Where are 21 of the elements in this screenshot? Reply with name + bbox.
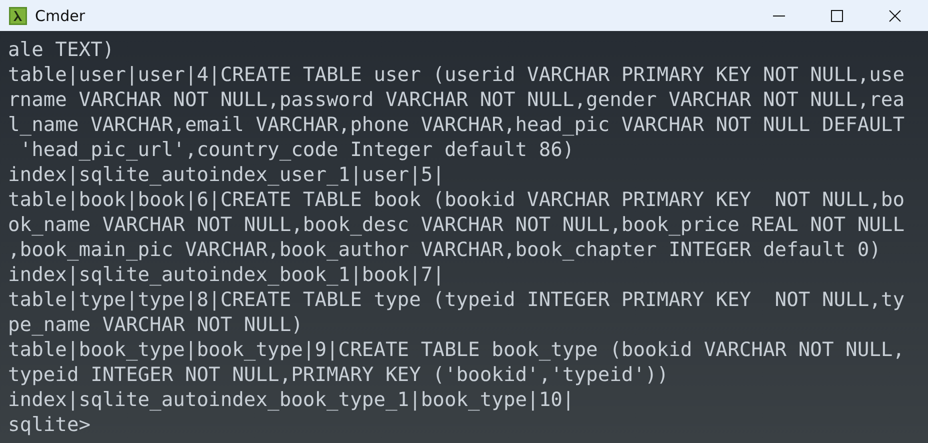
console-line: table|book|book|6|CREATE TABLE book (bookid VARCHAR PRIMARY KEY NOT NULL,bo [8,187,905,212]
console-line: index|sqlite_autoindex_book_1|book|7| [8,262,444,287]
console-line: 'head_pic_url',country_code Integer default 86) [18,137,574,162]
console-line: ok_name VARCHAR NOT NULL,book_desc VARCHAR NOT NULL,book_price REAL NOT NULL [8,212,905,237]
console-line: table|type|type|8|CREATE TABLE type (typeid INTEGER PRIMARY KEY NOT NULL,ty [8,287,905,312]
console-line: rname VARCHAR NOT NULL,password VARCHAR NOT NULL,gender VARCHAR NOT NULL,rea [8,87,905,112]
minimize-icon [773,14,785,16]
console-line: index|sqlite_autoindex_user_1|user|5| [8,162,444,187]
console-line: ,book_main_pic VARCHAR,book_author VARCHAR,book_chapter INTEGER default 0) [8,237,881,262]
console-line: typeid INTEGER NOT NULL,PRIMARY KEY ('bookid','typeid')) [8,362,669,387]
console-line: index|sqlite_autoindex_book_type_1|book_type|10| [8,387,574,412]
window-title: Cmder [35,6,86,24]
console-line: table|user|user|4|CREATE TABLE user (userid VARCHAR PRIMARY KEY NOT NULL,use [8,62,905,87]
console-line: pe_name VARCHAR NOT NULL) [8,312,303,337]
console-line: table|book_type|book_type|9|CREATE TABLE book_type (bookid VARCHAR NOT NULL, [8,337,905,362]
maximize-icon [831,10,843,22]
console-line: sqlite> [8,412,91,437]
console-line: l_name VARCHAR,email VARCHAR,phone VARCHAR,head_pic VARCHAR NOT NULL DEFAULT [8,112,905,137]
console-line: ale TEXT) [8,37,114,62]
lambda-icon [9,6,27,24]
close-icon [889,10,901,22]
